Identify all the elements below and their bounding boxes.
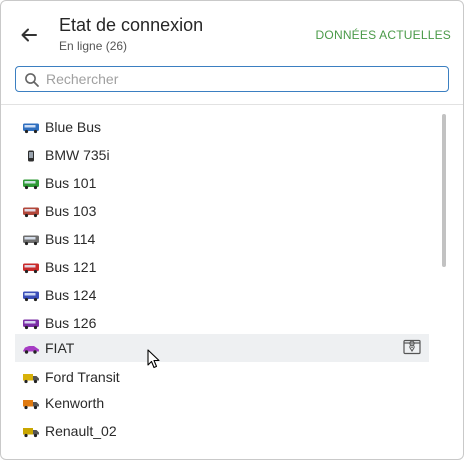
unit-list-item[interactable]: Bus 101 (15, 169, 429, 197)
mouse-pointer-icon (147, 349, 161, 369)
unit-name: Bus 101 (45, 175, 97, 191)
unit-list-item[interactable]: Renault_02 (15, 417, 429, 445)
unit-name: Renault_02 (45, 423, 117, 439)
unit-name: Bus 121 (45, 259, 97, 275)
unit-list-item[interactable]: Kenworth (15, 389, 429, 417)
unit-name: Kenworth (45, 395, 105, 411)
unit-list-item[interactable]: FIAT (15, 334, 429, 362)
header-divider (1, 104, 463, 105)
online-count-subtitle: En ligne (26) (59, 39, 128, 53)
bus-icon (22, 121, 40, 134)
bus-icon (22, 177, 40, 190)
unit-list-item[interactable]: BMW 735i (15, 141, 429, 169)
bus-icon (22, 261, 40, 274)
unit-name: Bus 124 (45, 287, 97, 303)
bus-icon (22, 289, 40, 302)
unit-name: Bus 114 (45, 231, 96, 247)
unit-list-item[interactable]: Blue Bus (15, 113, 429, 141)
search-icon (24, 72, 40, 88)
truck-icon (22, 371, 40, 384)
unit-list-item[interactable]: Bus 103 (15, 197, 429, 225)
car-icon (22, 342, 40, 354)
unit-list: Blue Bus BMW 735i Bus 101 Bus 103 Bus 11… (15, 111, 429, 459)
unit-name: BMW 735i (45, 147, 110, 163)
unit-name: Blue Bus (45, 119, 102, 135)
unit-list-item[interactable]: Bus 124 (15, 281, 429, 309)
unit-list-item[interactable]: Bus 121 (15, 253, 429, 281)
scrollbar-thumb[interactable] (442, 114, 446, 267)
back-arrow-icon[interactable] (17, 23, 41, 47)
current-data-button[interactable]: DONNÉES ACTUELLES (316, 28, 451, 42)
unit-name: Bus 126 (45, 315, 97, 331)
connection-state-panel: Etat de connexion En ligne (26) DONNÉES … (0, 0, 464, 460)
unit-name: FIAT (45, 340, 75, 356)
truck-icon (22, 397, 40, 410)
unit-name: Bus 103 (45, 203, 97, 219)
bus-icon (22, 233, 40, 246)
unit-list-item[interactable]: Bus 114 (15, 225, 429, 253)
unit-list-item[interactable]: Bus 126 (15, 309, 429, 337)
truck-icon (22, 425, 40, 438)
search-input[interactable] (46, 69, 441, 89)
search-box (15, 66, 449, 92)
bus-icon (22, 317, 40, 330)
show-on-map-icon[interactable] (403, 339, 421, 355)
bus-icon (22, 205, 40, 218)
phone-icon (22, 149, 40, 162)
page-title: Etat de connexion (59, 15, 204, 35)
unit-list-item[interactable]: Ford Transit (15, 363, 429, 391)
unit-name: Ford Transit (45, 369, 120, 385)
